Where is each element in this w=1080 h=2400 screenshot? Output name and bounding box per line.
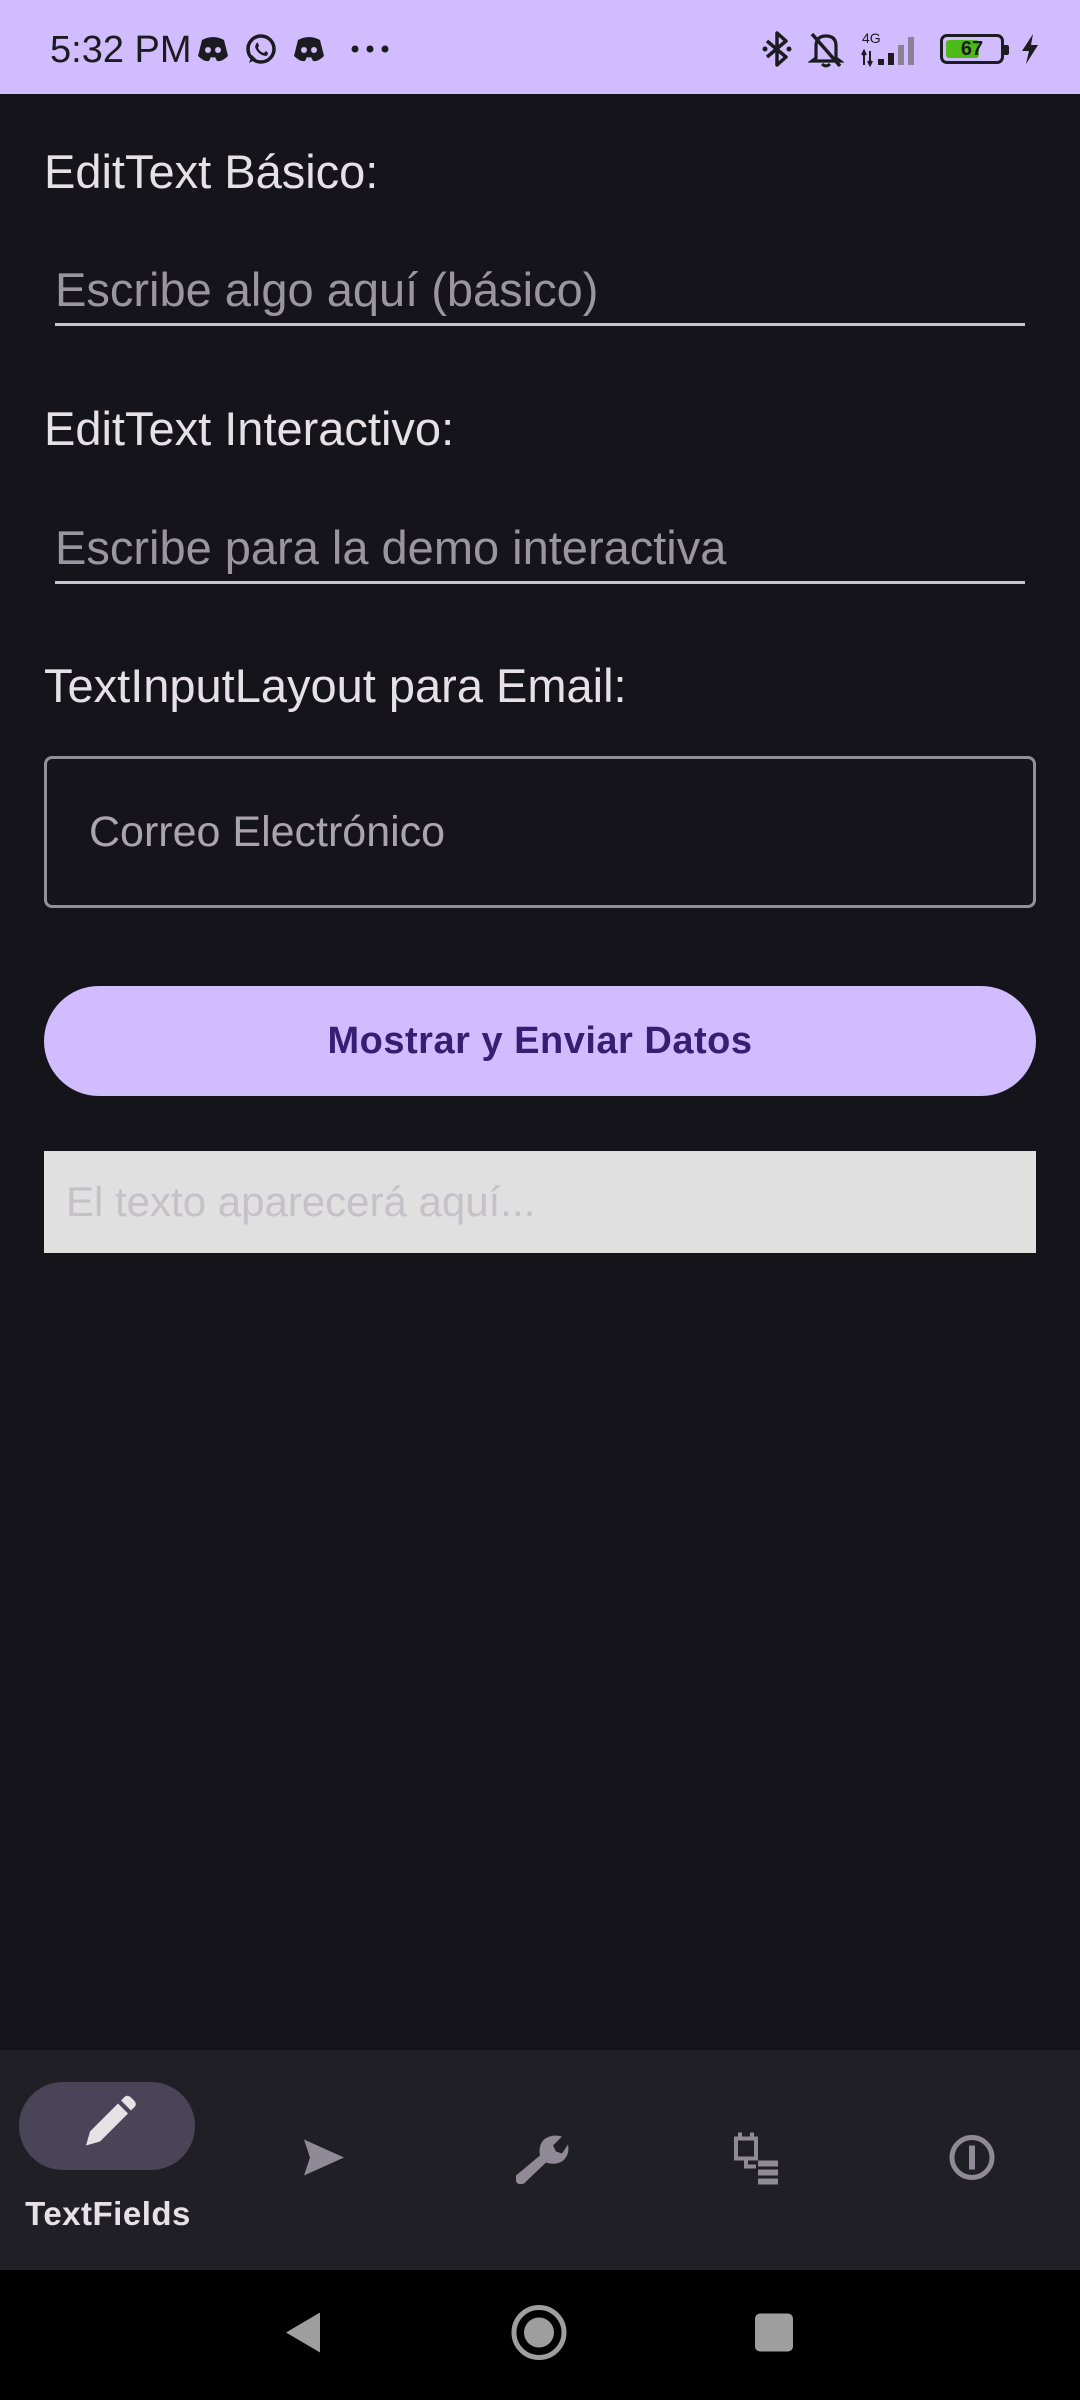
basic-edit-label: EditText Básico: [44, 145, 379, 198]
output-text-view: El texto aparecerá aquí... [44, 1151, 1036, 1253]
basic-edit-text[interactable] [55, 256, 1025, 326]
system-status-icons: 4G 67 [762, 30, 1040, 68]
wrench-icon [510, 2128, 570, 2193]
email-field[interactable] [89, 759, 989, 905]
nav-item-widgets[interactable] [648, 2050, 864, 2270]
discord-icon [196, 34, 230, 64]
bottom-navigation: TextFields [0, 2050, 1080, 2270]
interactive-edit-label: EditText Interactivo: [44, 402, 455, 455]
nav-item-info[interactable] [864, 2050, 1080, 2270]
basic-edit-input[interactable] [55, 256, 1025, 323]
signal-icon: 4G [860, 31, 924, 67]
send-icon [300, 2136, 348, 2185]
charging-icon [1020, 33, 1040, 65]
email-text-input-layout[interactable] [44, 756, 1036, 908]
screen: 5:32 PM 4G 67 EditText Básico: Escribe a… [0, 0, 1080, 2400]
battery-tip [1004, 45, 1009, 55]
info-icon [947, 2133, 997, 2188]
bluetooth-icon [762, 30, 792, 68]
bell-off-icon [808, 30, 844, 68]
nav-item-textfields[interactable]: TextFields [0, 2050, 216, 2270]
widgets-list-icon [730, 2129, 782, 2192]
email-field-label: TextInputLayout para Email: [44, 659, 627, 712]
show-and-send-button[interactable]: Mostrar y Enviar Datos [44, 986, 1036, 1096]
whatsapp-icon [244, 32, 278, 66]
nav-item-tools[interactable] [432, 2050, 648, 2270]
nav-item-send[interactable] [216, 2050, 432, 2270]
notification-icons [196, 32, 390, 66]
pencil-icon [78, 2094, 138, 2159]
interactive-edit-text[interactable] [55, 514, 1025, 584]
network-type-label: 4G [862, 31, 881, 46]
status-time: 5:32 PM [50, 29, 192, 71]
status-bar: 5:32 PM 4G 67 [0, 0, 1080, 94]
nav-label-textfields: TextFields [25, 2195, 191, 2232]
back-icon[interactable] [282, 2309, 326, 2362]
discord-icon [292, 34, 326, 64]
battery-level: 67 [960, 38, 984, 60]
system-navigation-bar [0, 2270, 1080, 2400]
home-icon[interactable] [510, 2304, 568, 2367]
interactive-edit-input[interactable] [55, 514, 1025, 581]
recents-icon[interactable] [753, 2312, 795, 2359]
more-dots-icon [350, 44, 390, 54]
battery-icon: 67 [940, 34, 1009, 64]
